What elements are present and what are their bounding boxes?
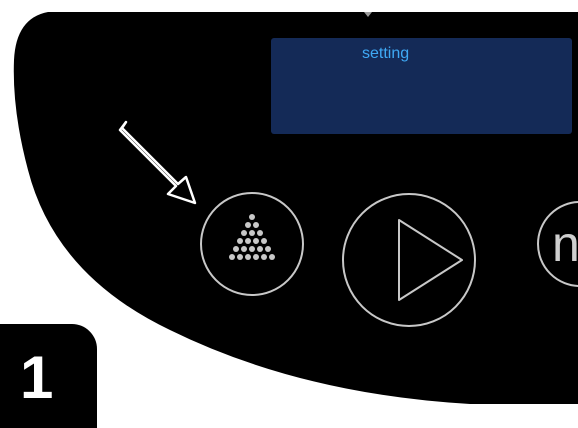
- lcd-display: [271, 38, 572, 134]
- edge-button-label: n: [552, 216, 578, 272]
- step-number: 1: [20, 344, 54, 411]
- display-setting-label: setting: [362, 45, 410, 62]
- start-button[interactable]: [342, 193, 476, 327]
- pulse-button[interactable]: [200, 192, 304, 296]
- step-badge: 1: [0, 321, 100, 428]
- control-panel-illustration: setting n 1: [0, 0, 578, 428]
